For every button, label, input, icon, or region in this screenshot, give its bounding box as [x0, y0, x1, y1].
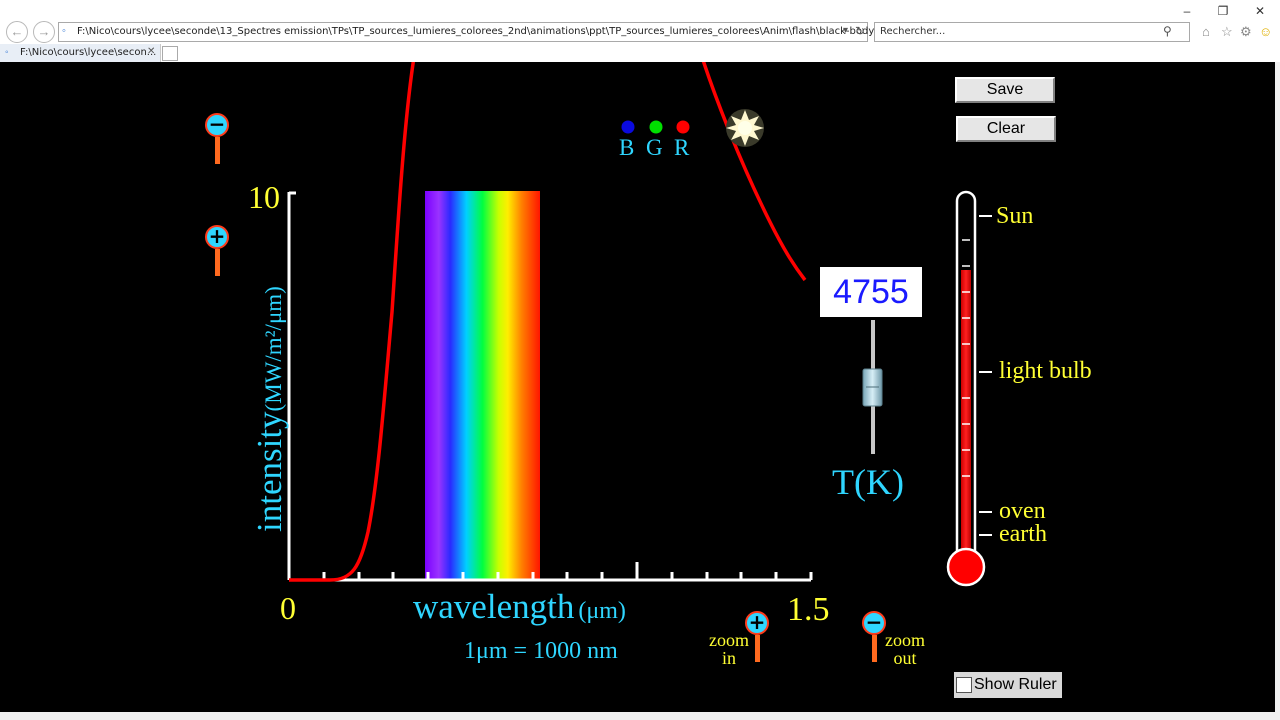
x-axis-label-unit: (μm)	[578, 598, 626, 624]
blackbody-curve-rising	[289, 62, 416, 582]
y-axis-label-unit: (MW/m²/μm)	[261, 286, 286, 412]
y-zoom-in-control[interactable]: +	[205, 225, 229, 276]
x-axis-min-label: 0	[280, 590, 296, 626]
zoom-out-label: zoom out	[880, 631, 930, 667]
red-label: R	[674, 135, 690, 160]
close-icon[interactable]: ✕	[1245, 2, 1275, 20]
thermometer-mercury	[961, 270, 971, 562]
address-bar[interactable]: ◦ F:\Nico\cours\lycee\seconde\13_Spectre…	[58, 22, 942, 42]
forward-button[interactable]: →	[33, 21, 55, 43]
show-ruler-label: Show Ruler	[974, 676, 1057, 693]
visible-spectrum-band	[425, 191, 540, 580]
zoom-in-label-line1: zoom	[709, 630, 749, 650]
lens-handle	[755, 635, 760, 662]
search-placeholder: Rechercher...	[880, 26, 946, 37]
blue-label: B	[619, 135, 635, 160]
status-strip	[0, 712, 1280, 720]
red-indicator-dot	[676, 120, 690, 134]
ie-page-icon: ◦	[62, 25, 66, 37]
y-axis-max-label: 10	[248, 179, 280, 215]
home-icon[interactable]: ⌂	[1202, 24, 1210, 39]
plus-icon[interactable]: +	[205, 225, 229, 249]
minimize-icon[interactable]: –	[1172, 2, 1202, 20]
refresh-icon[interactable]: ↻	[855, 24, 865, 38]
address-text: F:\Nico\cours\lycee\seconde\13_Spectres …	[77, 26, 943, 37]
search-icon[interactable]: ⚲	[1163, 24, 1172, 38]
x-axis-label-main: wavelength	[413, 587, 575, 626]
thermometer-bulb	[946, 547, 986, 587]
thermometer	[946, 190, 992, 587]
tab-title: F:\Nico\cours\lycee\secon...	[20, 47, 157, 58]
show-ruler-toggle[interactable]: Show Ruler	[954, 672, 1062, 698]
lens-handle	[215, 137, 220, 164]
favorites-star-icon[interactable]: ☆	[1221, 24, 1233, 40]
x-axis-max-label: 1.5	[787, 591, 830, 628]
restore-icon[interactable]: ❐	[1208, 2, 1238, 20]
right-gutter	[1275, 62, 1280, 712]
temperature-readout[interactable]: 4755	[820, 267, 922, 317]
search-box[interactable]: Rechercher... ⚲	[874, 22, 1190, 42]
marker-sun: Sun	[996, 203, 1034, 229]
x-axis-title: wavelength (μm)	[413, 587, 626, 634]
marker-light-bulb: light bulb	[999, 358, 1092, 384]
browser-tab[interactable]: ◦ F:\Nico\cours\lycee\secon... ✕	[0, 44, 161, 62]
flash-stage: Save Clear − + 10 intensity(MW/m²/μm) 0 …	[0, 62, 1275, 712]
y-axis-title: intensity(MW/m²/μm)	[250, 286, 295, 532]
lens-handle	[872, 635, 877, 662]
zoom-in-label: zoom in	[704, 631, 754, 667]
clear-button[interactable]: Clear	[956, 116, 1056, 142]
marker-earth: earth	[999, 521, 1047, 547]
unit-conversion-note: 1μm = 1000 nm	[464, 638, 618, 664]
plot-canvas	[287, 62, 992, 587]
blue-indicator-dot	[621, 120, 635, 134]
smiley-feedback-icon[interactable]: ☺	[1259, 24, 1272, 39]
zoom-out-label-line1: zoom	[885, 630, 925, 650]
blackbody-curve-falling	[701, 62, 807, 282]
zoom-in-label-line2: in	[721, 648, 736, 668]
new-tab-button[interactable]	[162, 46, 178, 61]
axes	[287, 191, 813, 582]
tab-page-icon: ◦	[5, 47, 9, 58]
green-indicator-dot	[649, 120, 663, 134]
lens-handle	[215, 249, 220, 276]
temperature-unit-label: T(K)	[832, 462, 904, 502]
tab-close-icon[interactable]: ✕	[147, 46, 155, 57]
save-button[interactable]: Save	[955, 77, 1055, 103]
y-zoom-out-control[interactable]: −	[205, 113, 229, 164]
browser-toolbar: ← → ◦ F:\Nico\cours\lycee\seconde\13_Spe…	[0, 0, 1280, 44]
star-color-icon	[726, 109, 764, 147]
minus-icon[interactable]: −	[205, 113, 229, 137]
back-button[interactable]: ←	[6, 21, 28, 43]
settings-gear-icon[interactable]: ⚙	[1240, 24, 1252, 40]
address-dropdown-icon[interactable]: ▾	[843, 25, 848, 36]
y-axis-label-main: intensity	[250, 411, 289, 532]
show-ruler-checkbox[interactable]	[956, 677, 972, 693]
green-label: G	[646, 135, 663, 160]
zoom-out-label-line2: out	[893, 648, 917, 668]
